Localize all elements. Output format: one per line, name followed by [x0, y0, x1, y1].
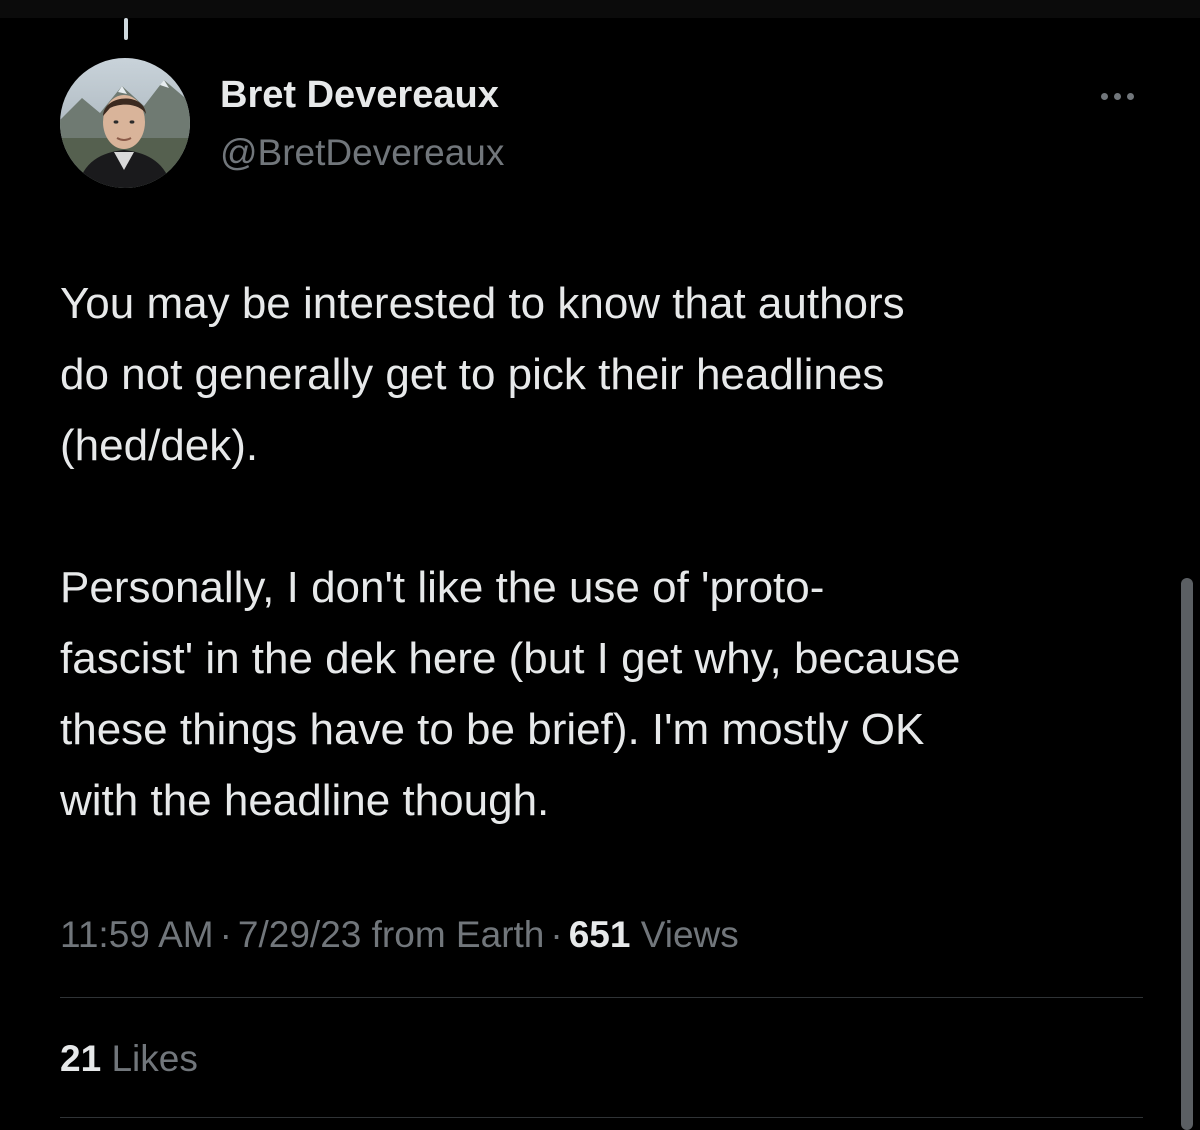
thread-connector-line — [124, 18, 128, 40]
scrollbar[interactable] — [1181, 578, 1193, 1130]
tweet-time[interactable]: 11:59 AM — [60, 914, 214, 955]
likes-count: 21 — [60, 1038, 102, 1079]
divider — [60, 997, 1143, 998]
meta-separator: · — [550, 914, 563, 955]
tweet-paragraph: Personally, I don't like the use of 'pro… — [60, 563, 961, 825]
views-count: 651 — [568, 914, 631, 955]
avatar[interactable] — [60, 58, 190, 188]
more-dots-icon — [1100, 92, 1108, 100]
more-options-button[interactable] — [1090, 80, 1144, 112]
author-handle[interactable]: @BretDevereaux — [220, 131, 504, 175]
top-strip — [0, 0, 1200, 18]
tweet-paragraph: You may be interested to know that autho… — [60, 279, 905, 470]
likes-label: Likes — [111, 1038, 198, 1079]
divider — [60, 1117, 1143, 1118]
likes-stat[interactable]: 21 Likes — [60, 1032, 198, 1086]
tweet-text: You may be interested to know that autho… — [60, 268, 1150, 836]
more-dots-icon — [1113, 92, 1121, 100]
more-dots-icon — [1126, 92, 1134, 100]
tweet-date[interactable]: 7/29/23 — [238, 914, 361, 955]
profile-photo-icon — [60, 58, 190, 188]
meta-separator: · — [219, 914, 232, 955]
author-display-name[interactable]: Bret Devereaux — [220, 73, 499, 117]
tweet-source: from Earth — [371, 914, 545, 955]
views-label: Views — [640, 914, 739, 955]
tweet-metadata: 11:59 AM · 7/29/23 from Earth · 651 Views — [60, 908, 739, 962]
